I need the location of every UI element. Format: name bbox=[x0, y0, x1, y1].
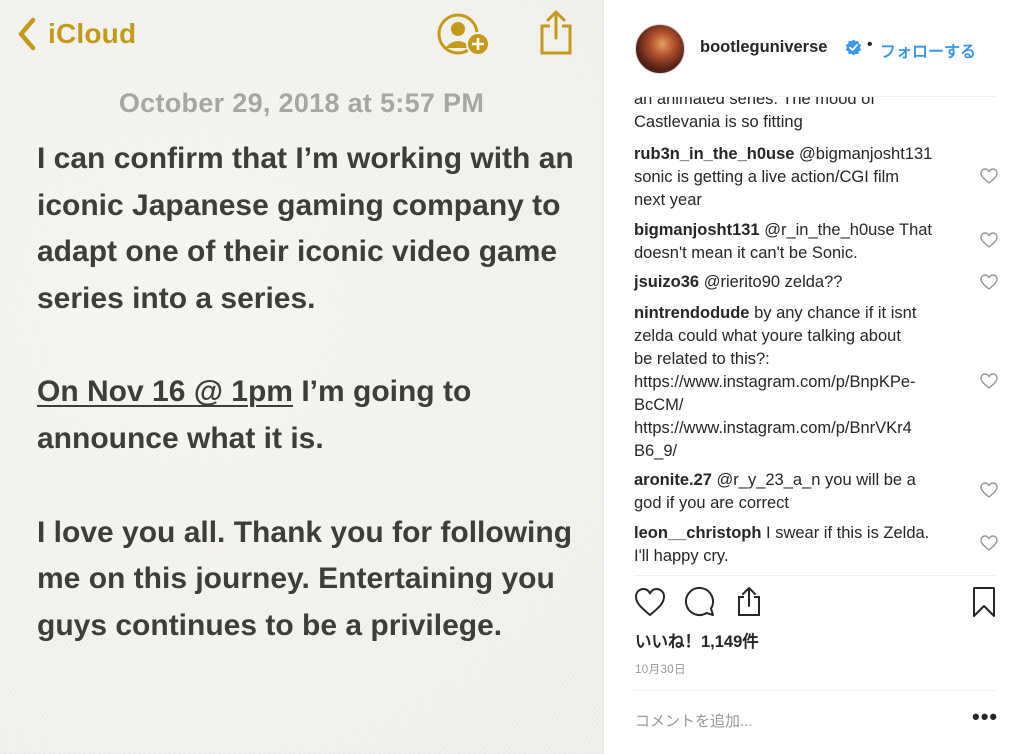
heart-icon[interactable] bbox=[980, 274, 998, 290]
heart-icon[interactable] bbox=[980, 373, 998, 389]
comment-icon[interactable] bbox=[684, 586, 716, 618]
post-date[interactable]: 10月30日 bbox=[635, 661, 686, 677]
share-icon[interactable] bbox=[734, 585, 764, 617]
comment-text: by any chance if it isnt zelda could wha… bbox=[634, 304, 917, 460]
comment-item: jsuizo36 @rierito90 zelda?? bbox=[634, 271, 964, 294]
back-label: iCloud bbox=[48, 18, 137, 49]
comment-username[interactable]: leon__christoph bbox=[634, 524, 761, 542]
heart-icon[interactable] bbox=[980, 232, 998, 248]
note-paragraph: I love you all. Thank you for following … bbox=[37, 515, 573, 642]
chevron-left-icon bbox=[18, 17, 36, 51]
comment-username[interactable]: nintrendodude bbox=[634, 304, 749, 322]
comment-text: an animated series. The mood of Castleva… bbox=[634, 97, 875, 131]
comment-text: @rierito90 zelda?? bbox=[699, 273, 843, 291]
heart-icon[interactable] bbox=[634, 587, 666, 617]
add-person-icon[interactable] bbox=[436, 12, 492, 58]
post-header: bootleguniverse • フォローする bbox=[604, 0, 1024, 96]
heart-icon[interactable] bbox=[980, 168, 998, 184]
share-icon[interactable] bbox=[536, 8, 576, 56]
back-button[interactable]: iCloud bbox=[14, 12, 136, 56]
avatar[interactable] bbox=[635, 24, 685, 74]
separator-dot: • bbox=[867, 36, 873, 53]
username-link[interactable]: bootleguniverse bbox=[700, 38, 827, 57]
notes-panel: iCloud October 29, 2018 at 5:57 PM I can… bbox=[0, 0, 603, 754]
comment-username[interactable]: aronite.27 bbox=[634, 471, 712, 489]
divider bbox=[634, 575, 996, 576]
comment-item: aronite.27 @r_y_23_a_n you will be a god… bbox=[634, 469, 964, 515]
instagram-panel: bootleguniverse • フォローする an animated ser… bbox=[603, 0, 1024, 754]
heart-icon[interactable] bbox=[980, 482, 998, 498]
action-bar bbox=[604, 583, 1024, 625]
more-options-icon[interactable]: ••• bbox=[972, 704, 998, 730]
add-comment-input[interactable]: コメントを追加... bbox=[635, 710, 753, 731]
note-date: October 29, 2018 at 5:57 PM bbox=[118, 88, 485, 118]
comment-item: leon__christoph I swear if this is Zelda… bbox=[634, 522, 964, 568]
comment-item: an animated series. The mood of Castleva… bbox=[634, 97, 964, 134]
comments-list[interactable]: an animated series. The mood of Castleva… bbox=[634, 97, 1004, 575]
comment-item: nintrendodude by any chance if it isnt z… bbox=[634, 302, 964, 463]
heart-icon[interactable] bbox=[980, 535, 998, 551]
comment-username[interactable]: jsuizo36 bbox=[634, 273, 699, 291]
comment-username[interactable]: rub3n_in_the_h0use bbox=[634, 145, 794, 163]
note-paragraph: I can confirm that I’m working with an i… bbox=[37, 142, 574, 315]
note-paragraph: On Nov 16 @ 1pm I’m going to announce wh… bbox=[37, 369, 597, 462]
comment-item: rub3n_in_the_h0use @bigmanjosht131 sonic… bbox=[634, 143, 964, 212]
note-body[interactable]: I can confirm that I’m working with an i… bbox=[37, 136, 597, 649]
bookmark-icon[interactable] bbox=[972, 586, 996, 618]
likes-count[interactable]: いいね！1,149件 bbox=[635, 628, 759, 652]
comment-username[interactable]: bigmanjosht131 bbox=[634, 221, 760, 239]
follow-button[interactable]: フォローする bbox=[880, 38, 976, 62]
divider bbox=[634, 690, 996, 691]
comment-item: bigmanjosht131 @r_in_the_h0use That does… bbox=[634, 219, 964, 265]
verified-badge-icon bbox=[845, 39, 862, 56]
note-underlined-date: On Nov 16 @ 1pm bbox=[37, 375, 293, 409]
